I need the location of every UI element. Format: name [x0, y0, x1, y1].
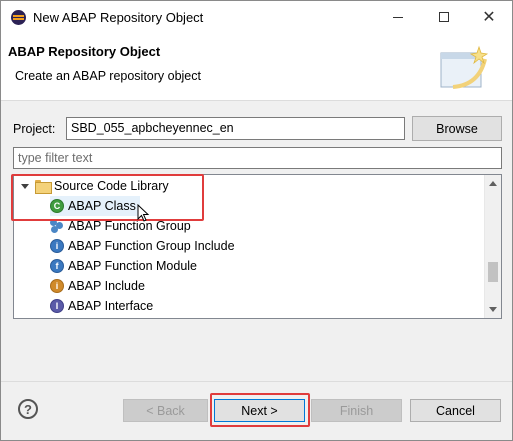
folder-open-icon	[35, 180, 52, 194]
footer-divider	[1, 381, 512, 382]
project-field[interactable]: SBD_055_apbcheyennec_en	[66, 117, 405, 140]
tree-item-label: ABAP Function Group Include	[68, 239, 235, 253]
header-description: Create an ABAP repository object	[15, 69, 201, 83]
minimize-button[interactable]	[375, 1, 421, 33]
tree-item-label: ABAP Class	[68, 199, 136, 213]
abap-function-group-include-icon: i	[50, 239, 64, 253]
project-label: Project:	[13, 122, 56, 136]
finish-button[interactable]: Finish	[311, 399, 402, 422]
chevron-down-icon[interactable]	[20, 182, 29, 191]
close-icon: ✕	[482, 9, 496, 26]
eclipse-app-icon	[11, 10, 26, 25]
scroll-down-icon[interactable]	[485, 301, 501, 318]
maximize-button[interactable]	[421, 1, 467, 33]
scroll-thumb[interactable]	[488, 262, 498, 282]
tree-item-abap-function-module[interactable]: f ABAP Function Module	[50, 256, 197, 276]
mouse-cursor-icon	[137, 204, 150, 222]
title-bar: New ABAP Repository Object ✕	[1, 1, 512, 33]
tree-scrollbar[interactable]	[484, 175, 501, 318]
tree-item-abap-function-group-include[interactable]: i ABAP Function Group Include	[50, 236, 235, 256]
tree-item-label: ABAP Function Module	[68, 259, 198, 273]
browse-button[interactable]: Browse	[412, 116, 502, 141]
abap-function-module-icon: f	[50, 259, 64, 273]
next-button[interactable]: Next >	[214, 399, 305, 422]
abap-function-group-icon	[50, 219, 64, 233]
abap-class-icon: C	[50, 199, 64, 213]
close-button[interactable]: ✕	[466, 1, 512, 33]
minimize-icon	[393, 16, 403, 18]
abap-include-icon: i	[50, 279, 64, 293]
header-title: ABAP Repository Object	[8, 44, 161, 59]
tree-item-abap-interface[interactable]: I ABAP Interface	[50, 296, 153, 316]
help-icon[interactable]: ?	[18, 399, 38, 419]
filter-input[interactable]: type filter text	[13, 147, 502, 169]
cancel-button[interactable]: Cancel	[410, 399, 501, 422]
scroll-up-icon[interactable]	[485, 175, 501, 192]
abap-interface-icon: I	[50, 299, 64, 313]
maximize-icon	[439, 12, 449, 22]
tree-folder-source-code-library[interactable]: Source Code Library	[20, 176, 169, 196]
wizard-header: ABAP Repository Object Create an ABAP re…	[1, 33, 512, 101]
back-button[interactable]: < Back	[123, 399, 208, 422]
tree-item-abap-function-group[interactable]: ABAP Function Group	[50, 216, 191, 236]
object-type-tree[interactable]: Source Code Library C ABAP Class ABAP Fu…	[13, 174, 502, 319]
tree-item-label: ABAP Interface	[68, 299, 154, 313]
wizard-banner-icon	[440, 45, 489, 89]
window-title: New ABAP Repository Object	[33, 10, 204, 25]
new-abap-repository-object-dialog: New ABAP Repository Object ✕ ABAP Reposi…	[0, 0, 513, 441]
tree-item-abap-class[interactable]: C ABAP Class	[50, 196, 140, 216]
tree-item-label: ABAP Function Group	[68, 219, 191, 233]
tree-item-abap-include[interactable]: i ABAP Include	[50, 276, 145, 296]
tree-item-label: ABAP Include	[68, 279, 145, 293]
tree-folder-label: Source Code Library	[54, 179, 169, 193]
